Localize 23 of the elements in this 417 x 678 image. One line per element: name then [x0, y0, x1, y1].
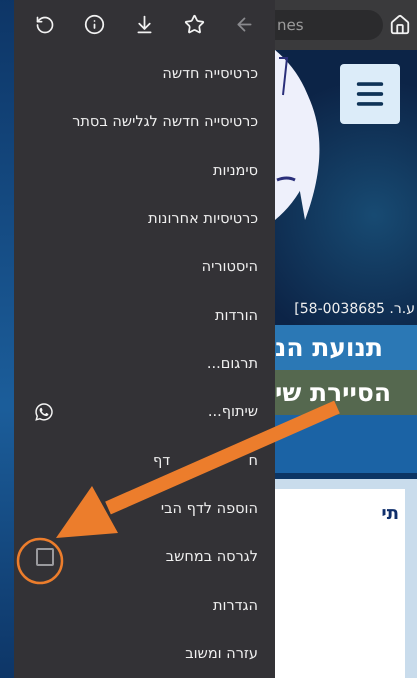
banner-subtitle: הסיירת שי — [275, 378, 392, 407]
menu-item[interactable]: הגדרות — [14, 581, 275, 630]
highlight-circle — [16, 538, 64, 584]
whatsapp-icon[interactable] — [34, 402, 54, 422]
home-icon[interactable] — [389, 14, 411, 36]
menu-item[interactable]: ח דף — [14, 436, 275, 485]
menu-item[interactable]: סימניות — [14, 146, 275, 195]
menu-button[interactable] — [340, 64, 400, 124]
menu-item[interactable]: כרטיסיות אחרונות — [14, 194, 275, 244]
menu-item[interactable]: הורדות — [14, 291, 275, 340]
menu-item[interactable]: הוספה לדף הבי — [14, 484, 275, 534]
menu-item[interactable]: עזרה ומשוב — [14, 630, 275, 678]
menu-item[interactable]: כרטיסייה חדשה לגלישה בסתר — [14, 98, 275, 146]
menu-item[interactable]: שיתוף... — [14, 388, 275, 436]
address-field[interactable]: nes — [275, 10, 383, 40]
registration-number: ע.ר. 58-0038685] — [294, 301, 416, 317]
checkbox[interactable] — [36, 548, 54, 566]
card-heading: תי — [381, 503, 399, 524]
banner-title: תנועת הנ — [275, 333, 383, 362]
menu-item[interactable]: לגרסה במחשב — [14, 533, 275, 582]
menu-item[interactable]: היסטוריה — [14, 243, 275, 292]
menu-item[interactable]: תרגום... — [14, 340, 275, 388]
menu-item[interactable]: כרטיסייה חדשה — [14, 50, 275, 98]
